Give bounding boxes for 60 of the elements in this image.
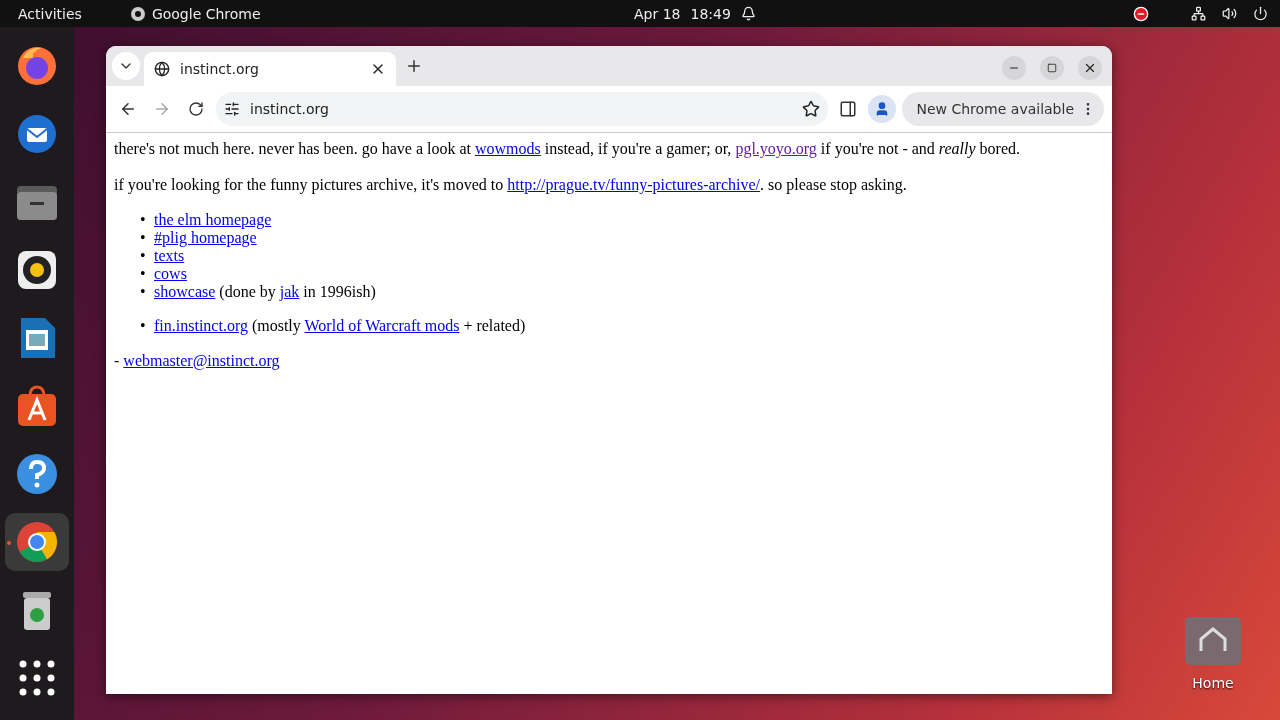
link[interactable]: wowmods bbox=[474, 140, 541, 157]
reload-icon bbox=[188, 101, 204, 117]
dock-item[interactable] bbox=[5, 513, 69, 571]
bullet: • bbox=[140, 317, 146, 335]
running-dot bbox=[7, 541, 11, 545]
home-folder-icon bbox=[1185, 617, 1241, 665]
list-item: fin.instinct.org (mostly World of Warcraft mods + related) bbox=[154, 317, 526, 335]
app-icon bbox=[129, 5, 146, 22]
speaker-icon bbox=[15, 248, 59, 292]
globe-icon bbox=[154, 61, 170, 77]
paragraph: if you're looking for the funny pictures archive, it's moved to http://prague.tv/funny-pictures-archive/. so please stop asking. bbox=[114, 175, 908, 195]
help-icon bbox=[15, 452, 59, 496]
side-panel-icon bbox=[839, 100, 858, 118]
bullet: • bbox=[140, 229, 146, 247]
profile-button[interactable] bbox=[868, 95, 897, 123]
bell-icon[interactable] bbox=[740, 6, 756, 21]
link[interactable]: jak bbox=[279, 283, 300, 300]
maximize-icon bbox=[1047, 63, 1057, 73]
link[interactable]: #plig homepage bbox=[154, 229, 257, 246]
bullet: • bbox=[140, 283, 146, 301]
no-entry-icon[interactable] bbox=[1133, 5, 1149, 22]
site-settings-icon[interactable] bbox=[224, 101, 240, 117]
link[interactable]: http://prague.tv/funny-pictures-archive/ bbox=[507, 176, 761, 193]
close-button[interactable] bbox=[1078, 56, 1102, 80]
bullet: • bbox=[140, 211, 146, 229]
browser-tab[interactable]: instinct.org bbox=[144, 52, 396, 86]
fox-globe-icon bbox=[15, 44, 59, 88]
clock-time[interactable]: 18:49 bbox=[690, 5, 731, 22]
plus-icon bbox=[405, 57, 423, 75]
link[interactable]: World of Warcraft mods bbox=[304, 317, 460, 334]
link[interactable]: cows bbox=[154, 265, 187, 282]
close-icon bbox=[1083, 61, 1097, 75]
link[interactable]: the elm homepage bbox=[154, 211, 272, 228]
bullet: • bbox=[140, 247, 146, 265]
shopping-bag-icon bbox=[15, 384, 59, 428]
network-icon[interactable] bbox=[1191, 6, 1206, 21]
update-button[interactable]: New Chrome available bbox=[902, 92, 1104, 126]
volume-icon[interactable] bbox=[1222, 6, 1237, 21]
minimize-button[interactable] bbox=[1002, 56, 1026, 80]
bird-envelope-icon bbox=[15, 112, 59, 156]
tab-search-button[interactable] bbox=[112, 52, 140, 80]
activities-button[interactable]: Activities bbox=[18, 5, 82, 22]
list-item: showcase (done by jak in 1996ish) bbox=[154, 283, 376, 301]
app-menu[interactable]: Google Chrome bbox=[151, 5, 261, 22]
link[interactable]: pgl.yoyo.org bbox=[735, 140, 817, 157]
bullet: • bbox=[140, 265, 146, 283]
desktop-icon[interactable]: Home bbox=[1168, 617, 1258, 691]
link[interactable]: showcase bbox=[154, 283, 216, 300]
link[interactable]: webmaster@instinct.org bbox=[123, 352, 280, 369]
chrome-logo-icon bbox=[15, 520, 59, 564]
bookmark-star-icon[interactable] bbox=[802, 100, 821, 118]
paragraph: there's not much here. never has been. go have a look at wowmods instead, if you're a gamer; or, pgl.yoyo.org if you're not - and really bored. bbox=[114, 139, 1021, 159]
power-icon[interactable] bbox=[1253, 6, 1268, 21]
forward-arrow-icon bbox=[153, 100, 171, 118]
maximize-button[interactable] bbox=[1040, 56, 1064, 80]
link[interactable]: fin.instinct.org bbox=[154, 317, 248, 334]
link[interactable]: texts bbox=[154, 247, 185, 264]
paragraph: - webmaster@instinct.org bbox=[114, 351, 281, 371]
clock-date[interactable]: Apr 18 bbox=[634, 5, 681, 22]
address-bar[interactable]: instinct.org bbox=[216, 92, 829, 126]
